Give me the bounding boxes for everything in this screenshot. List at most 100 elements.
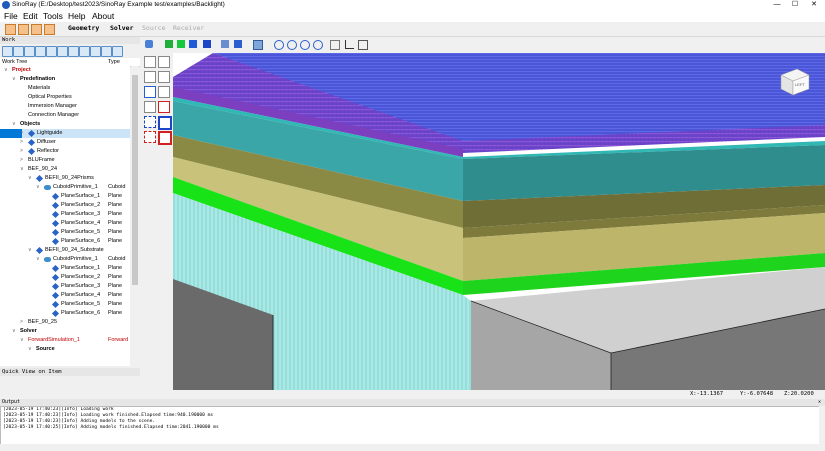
save-project-icon[interactable]	[31, 24, 42, 35]
tab-source[interactable]: Source	[142, 24, 165, 32]
tree-node[interactable]: PlaneSurface_4 Plane	[0, 291, 130, 300]
box-select-icon[interactable]	[144, 116, 156, 128]
tree-expand-icon[interactable]: ∨	[36, 183, 40, 192]
lasso-select-icon[interactable]	[144, 131, 156, 143]
paste-icon[interactable]	[57, 46, 68, 57]
tree-node[interactable]: ∨ Project	[0, 66, 130, 75]
blue-cube-icon[interactable]	[189, 40, 197, 48]
menu-tools[interactable]: Tools	[43, 11, 63, 21]
tree-node[interactable]: Optical Properties	[0, 93, 130, 102]
measure-icon[interactable]	[358, 40, 368, 50]
add-group-icon[interactable]	[35, 46, 46, 57]
select-face-icon[interactable]	[144, 71, 156, 83]
tree-node[interactable]: ∨ Predefination	[0, 75, 130, 84]
tree-node[interactable]: > BEF_90_25	[0, 318, 130, 327]
menu-file[interactable]: File	[4, 11, 18, 21]
tree-node[interactable]: ∨ Solver	[0, 327, 130, 336]
output-close-icon[interactable]: ✕	[818, 399, 821, 405]
tree-node[interactable]: Connection Manager	[0, 111, 130, 120]
tab-solver[interactable]: Solver	[110, 24, 133, 32]
tree-node[interactable]: > BLUFrame	[0, 156, 130, 165]
tree-node[interactable]: > Reflector	[0, 147, 130, 156]
select-edge-icon[interactable]	[158, 56, 170, 68]
array-icon[interactable]	[158, 101, 170, 113]
zoom-in-icon[interactable]	[300, 40, 310, 50]
tree-node[interactable]: ∨ BEF_90_24	[0, 165, 130, 174]
link-icon[interactable]	[79, 46, 90, 57]
iso-view-icon[interactable]	[234, 40, 242, 48]
wire-cube-icon[interactable]	[203, 40, 211, 48]
pan-icon[interactable]	[287, 40, 297, 50]
tree-node[interactable]: PlaneSurface_3 Plane	[0, 210, 130, 219]
table-icon[interactable]	[112, 46, 123, 57]
tree-expand-icon[interactable]: ∨	[20, 165, 24, 174]
shaded-view-icon[interactable]	[165, 40, 173, 48]
output-log[interactable]: [2023-05-19 17:40:23][Info] Loading work…	[0, 406, 820, 446]
tree-node[interactable]: ∨ BEFII_90_24_Substrate	[0, 246, 130, 255]
zoom-fit-icon[interactable]	[274, 40, 284, 50]
tree-expand-icon[interactable]: >	[20, 138, 23, 147]
save-as-icon[interactable]	[44, 24, 55, 35]
tree-expand-icon[interactable]: ∨	[28, 345, 32, 354]
tree-node[interactable]: PlaneSurface_2 Plane	[0, 273, 130, 282]
column-work-tree[interactable]: Work Tree	[2, 59, 27, 65]
tree-node[interactable]: > Diffuser	[0, 138, 130, 147]
close-button[interactable]: ✕	[807, 0, 821, 10]
tree-expand-icon[interactable]: >	[20, 147, 23, 156]
tree-node[interactable]: PlaneSurface_5 Plane	[0, 300, 130, 309]
tree-node[interactable]: PlaneSurface_6 Plane	[0, 237, 130, 246]
tree-node[interactable]: PlaneSurface_6 Plane	[0, 309, 130, 318]
tree-expand-icon[interactable]: >	[20, 129, 23, 138]
tree-node[interactable]: ∨ BEFII_90_24Prisms	[0, 174, 130, 183]
tree-scrollbar-thumb[interactable]	[132, 75, 138, 285]
draw-line-icon[interactable]	[144, 86, 156, 98]
zoom-out-icon[interactable]	[313, 40, 323, 50]
tree-expand-icon[interactable]: ∨	[4, 66, 8, 75]
menu-about[interactable]: About	[92, 11, 114, 21]
copy-icon[interactable]	[46, 46, 57, 57]
grid-icon[interactable]	[101, 46, 112, 57]
transform-icon[interactable]	[68, 46, 79, 57]
tree-expand-icon[interactable]: >	[20, 318, 23, 327]
move-up-icon[interactable]	[2, 46, 13, 57]
green-cube-icon[interactable]	[177, 40, 185, 48]
tree-expand-icon[interactable]: ∨	[12, 75, 16, 84]
window-select-icon[interactable]	[158, 116, 172, 130]
view-select-icon[interactable]	[145, 40, 153, 48]
tree-node[interactable]: PlaneSurface_4 Plane	[0, 219, 130, 228]
deselect-icon[interactable]	[158, 131, 172, 145]
delete-icon[interactable]	[90, 46, 101, 57]
draw-rect-icon[interactable]	[158, 86, 170, 98]
select-point-icon[interactable]	[144, 56, 156, 68]
tree-node[interactable]: ∨ CuboidPrimitive_1 Cuboid	[0, 183, 130, 192]
tree-node[interactable]: > Lightguide	[0, 129, 130, 138]
tree-node[interactable]: PlaneSurface_1 Plane	[0, 192, 130, 201]
move-down-icon[interactable]	[13, 46, 24, 57]
screenshot-icon[interactable]	[330, 40, 340, 50]
tree-expand-icon[interactable]: ∨	[28, 174, 32, 183]
tree-node[interactable]: Materials	[0, 84, 130, 93]
tree-node[interactable]: PlaneSurface_1 Plane	[0, 264, 130, 273]
axis-icon[interactable]	[345, 40, 354, 49]
tree-expand-icon[interactable]: ∨	[20, 336, 24, 345]
open-project-icon[interactable]	[18, 24, 29, 35]
menu-help[interactable]: Help	[68, 11, 85, 21]
tree-node[interactable]: ∨ Source	[0, 345, 130, 354]
tree-node[interactable]: PlaneSurface_2 Plane	[0, 201, 130, 210]
3d-viewport[interactable]: LEFT	[173, 53, 825, 390]
new-project-icon[interactable]	[5, 24, 16, 35]
output-scrollbar[interactable]	[819, 406, 825, 444]
tree-node[interactable]: Immersion Manager	[0, 102, 130, 111]
tree-expand-icon[interactable]: >	[20, 156, 23, 165]
tree-expand-icon[interactable]: ∨	[28, 246, 32, 255]
tab-geometry[interactable]: Geometry	[68, 24, 99, 32]
display-mode-icon[interactable]	[253, 40, 263, 50]
tree-expand-icon[interactable]: ∨	[36, 255, 40, 264]
maximize-button[interactable]: ☐	[788, 0, 802, 10]
tree-node[interactable]: PlaneSurface_5 Plane	[0, 228, 130, 237]
tree-expand-icon[interactable]: ∨	[12, 327, 16, 336]
tree-node[interactable]: PlaneSurface_3 Plane	[0, 282, 130, 291]
tree-node[interactable]: ∨ ForwardSimulation_1 Forward	[0, 336, 130, 345]
tree-expand-icon[interactable]: ∨	[12, 120, 16, 129]
tab-receiver[interactable]: Receiver	[173, 24, 204, 32]
